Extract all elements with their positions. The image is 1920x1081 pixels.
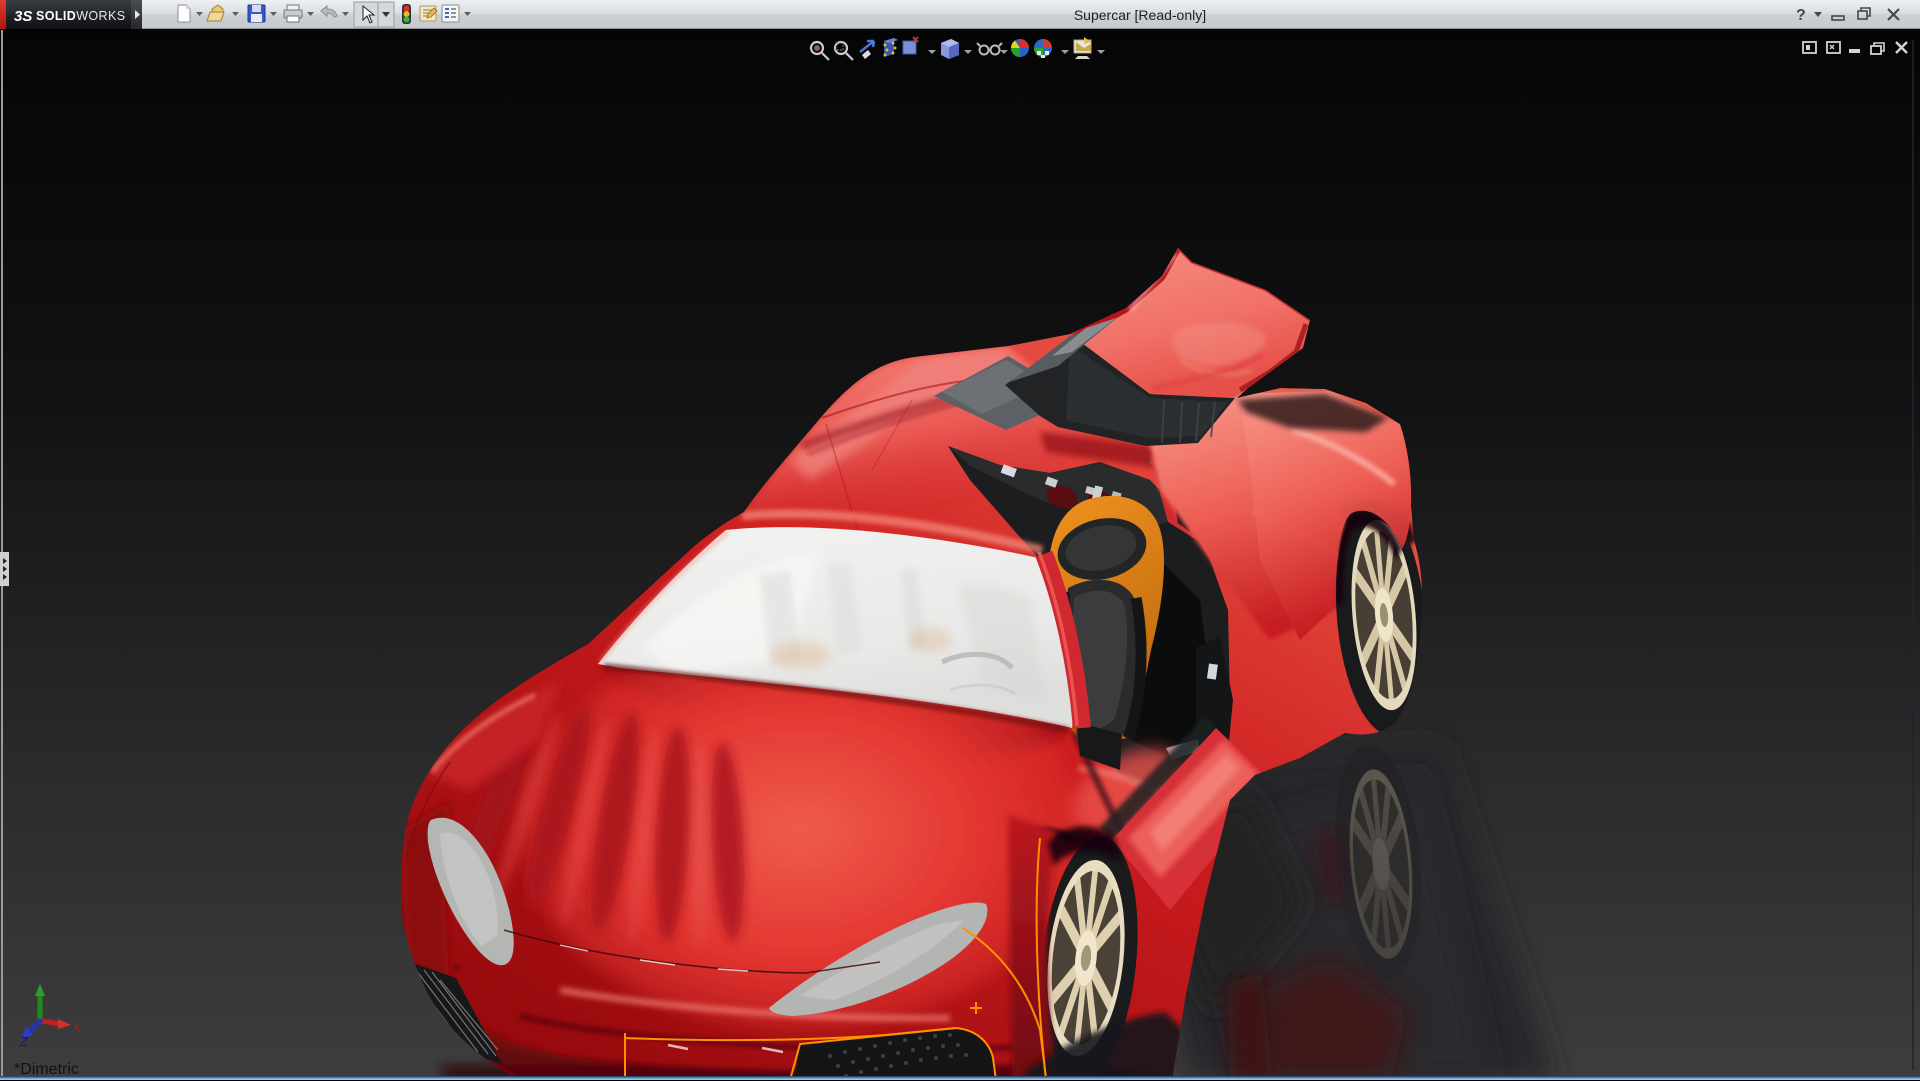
svg-text:*Dimetric: *Dimetric [14,1061,79,1076]
svg-text:3S: 3S [14,8,32,25]
svg-text:Z: Z [19,1034,29,1049]
svg-text:?: ? [1796,7,1806,24]
svg-text:X: X [71,1020,82,1035]
svg-text:SOLIDWORKS: SOLIDWORKS [36,9,125,23]
